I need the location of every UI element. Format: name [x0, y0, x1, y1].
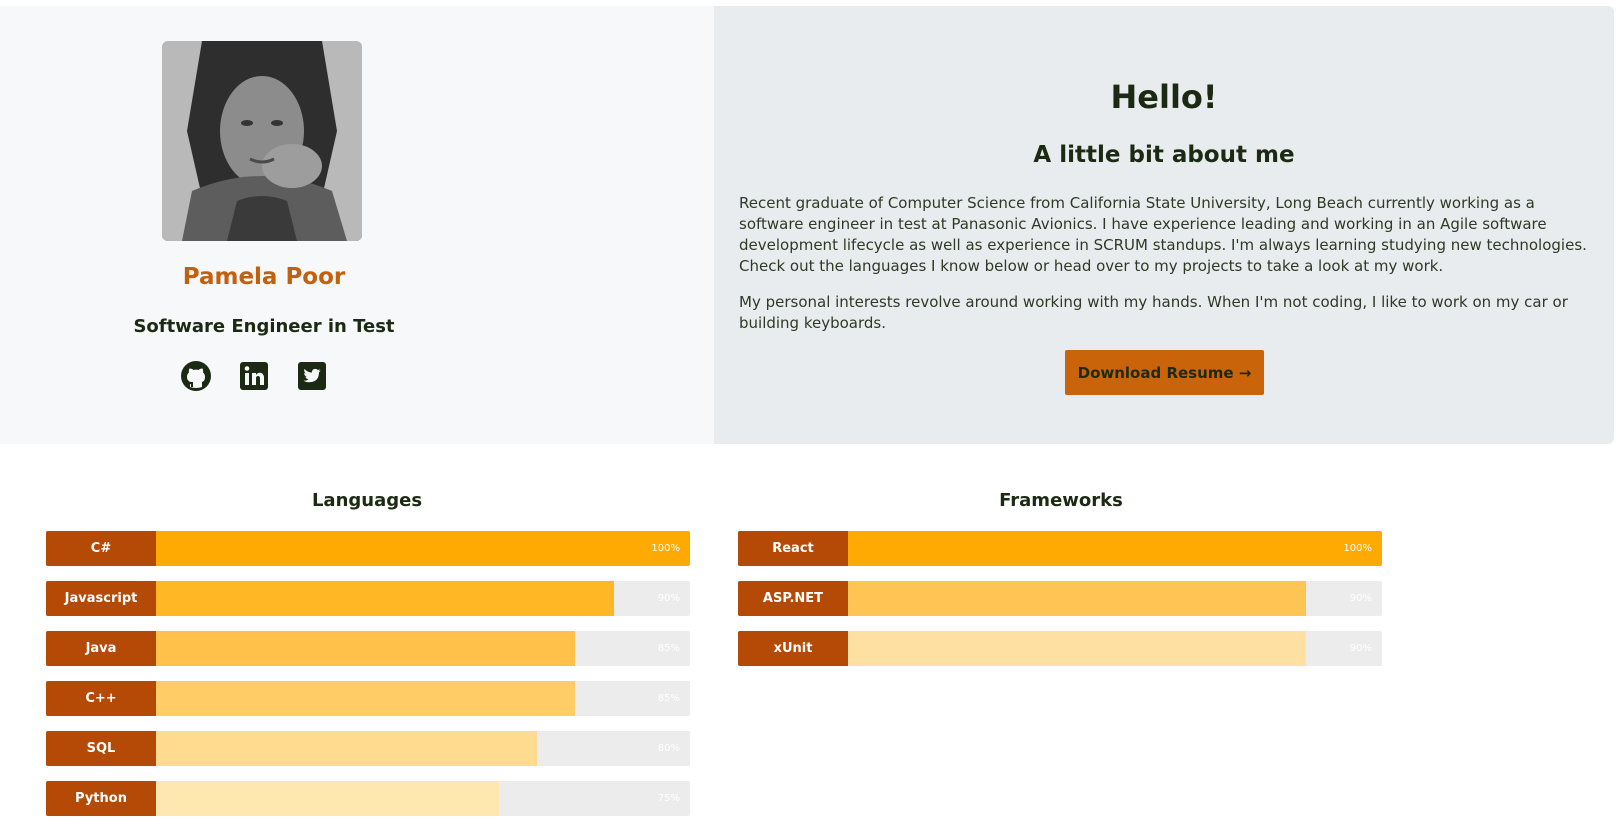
about-paragraph-1: Recent graduate of Computer Science from…: [739, 194, 1587, 275]
skill-bar: Java 85%: [46, 631, 690, 666]
about-paragraph-2: My personal interests revolve around wor…: [739, 293, 1568, 332]
skill-bar: React 100%: [738, 531, 1382, 566]
skill-bar-percent: 100%: [1343, 543, 1372, 554]
skill-bar: xUnit 90%: [738, 631, 1382, 666]
profile-name: Pamela Poor: [182, 264, 346, 290]
skill-bar-percent: 90%: [657, 593, 680, 604]
skill-bar: SQL 80%: [46, 731, 690, 766]
skill-bar-percent: 80%: [657, 743, 680, 754]
skill-bar-label: Java: [46, 631, 156, 666]
skill-bar-percent: 90%: [1349, 593, 1372, 604]
skill-bar: C++ 85%: [46, 681, 690, 716]
skill-bar: C# 100%: [46, 531, 690, 566]
skill-bar-percent: 85%: [657, 693, 680, 704]
skill-bar: Javascript 90%: [46, 581, 690, 616]
languages-title: Languages: [311, 490, 423, 511]
skill-bar-label: ASP.NET: [738, 581, 848, 616]
profile-panel: Pamela Poor Software Engineer in Test: [0, 6, 714, 444]
github-icon[interactable]: [180, 360, 212, 392]
frameworks-title: Frameworks: [999, 490, 1123, 511]
greeting-heading: Hello!: [1110, 78, 1218, 116]
skill-bar-label: C#: [46, 531, 156, 566]
profile-photo: [162, 41, 362, 241]
skill-bar-percent: 85%: [657, 643, 680, 654]
skill-bar-label: React: [738, 531, 848, 566]
skill-bar-label: SQL: [46, 731, 156, 766]
languages-bars: C# 100% Javascript 90% Java 85% C++ 85% SQL 80% Py…: [46, 531, 690, 828]
frameworks-bars: React 100% ASP.NET 90% xUnit 90%: [738, 531, 1382, 681]
skill-bar-percent: 75%: [657, 793, 680, 804]
twitter-icon[interactable]: [296, 360, 328, 392]
about-panel: Hello! A little bit about me Recent grad…: [714, 6, 1614, 444]
linkedin-icon[interactable]: [238, 360, 270, 392]
skill-bar-label: Python: [46, 781, 156, 816]
skill-bar-label: xUnit: [738, 631, 848, 666]
skill-bar: ASP.NET 90%: [738, 581, 1382, 616]
skill-bar-label: Javascript: [46, 581, 156, 616]
skill-bar-percent: 90%: [1349, 643, 1372, 654]
about-subheading: A little bit about me: [1033, 142, 1295, 168]
skill-bar-percent: 100%: [651, 543, 680, 554]
skill-bar-label: C++: [46, 681, 156, 716]
download-resume-button[interactable]: Download Resume →: [1065, 350, 1264, 395]
hero-section: Pamela Poor Software Engineer in Test He…: [0, 6, 1614, 444]
skill-bar: Python 75%: [46, 781, 690, 816]
profile-role: Software Engineer in Test: [133, 316, 395, 337]
social-links: [180, 360, 328, 392]
